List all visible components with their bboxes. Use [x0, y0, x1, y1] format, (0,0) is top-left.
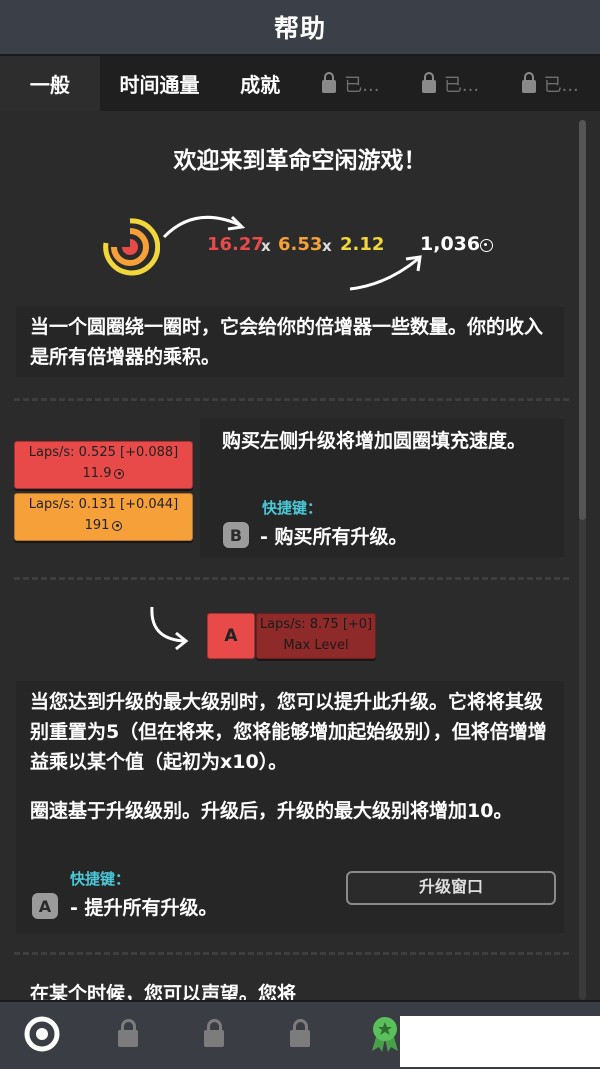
nav-achievements[interactable] [365, 1014, 405, 1054]
upgrades-text: 购买左侧升级将增加圆圈填充速度。 [222, 430, 527, 452]
tab-label: 成就 [240, 73, 281, 97]
multiplier-yellow: 2.12 [340, 234, 385, 255]
coin-icon [480, 239, 493, 252]
multiplier-red: 16.27 [207, 234, 264, 255]
shortcut-label: 快捷键： [70, 870, 131, 888]
nav-locked-3[interactable] [280, 1014, 320, 1054]
medal-icon [372, 1017, 398, 1052]
shortcut-desc: - 购买所有升级。 [260, 526, 408, 548]
max-level-card[interactable]: Laps/s: 8.75 [+0] Max Level [256, 613, 376, 659]
scrollbar-thumb[interactable] [579, 120, 586, 520]
welcome-title: 欢迎来到革命空闲游戏！ [173, 148, 427, 174]
tab-label: 已... [344, 74, 380, 96]
upgrade-card-red[interactable]: Laps/s: 0.525 [+0.088] 11.9 [14, 441, 193, 489]
shortcut-label: 快捷键： [262, 499, 323, 517]
divider [14, 577, 569, 580]
tab-general[interactable]: 一般 [0, 56, 100, 111]
upgrade-cost: 11.9 [82, 466, 112, 481]
shortcut-desc: - 提升所有升级。 [70, 897, 218, 919]
divider [14, 952, 569, 955]
scrollbar[interactable] [579, 120, 586, 1000]
app-header: 帮助 [0, 0, 600, 56]
curved-arrow-icon [349, 255, 422, 291]
tab-achievements[interactable]: 成就 [219, 56, 301, 111]
lock-icon [204, 1018, 224, 1047]
upgrade-rate: Laps/s: 0.131 [+0.044] [28, 497, 179, 512]
tab-label: 已... [543, 74, 579, 96]
key-b-icon: B [223, 522, 249, 548]
page-title: 帮助 [273, 14, 326, 43]
tab-bar: 一般 时间通量 成就 已... 已... 已... [0, 56, 600, 111]
arrow-down-right-icon [150, 606, 189, 651]
rings-icon [103, 218, 160, 276]
tab-locked-3[interactable]: 已... [500, 56, 600, 111]
lock-icon [290, 1018, 310, 1047]
tab-label: 时间通量 [119, 73, 200, 97]
prestige-button[interactable]: A [207, 613, 255, 659]
coin-icon [114, 468, 125, 479]
divider [14, 398, 569, 401]
key-a-icon: A [32, 893, 58, 919]
lock-icon [118, 1018, 138, 1047]
target-icon [24, 1016, 60, 1052]
upgrade-rate: Laps/s: 0.525 [+0.088] [28, 445, 179, 460]
watermark [400, 1016, 600, 1067]
intro-text: 当一个圆圈绕一圈时，它会给你的倍增器一些数量。你的收入是所有倍增器的乘积。 [30, 316, 544, 368]
upgrade-rate: Laps/s: 8.75 [+0] [259, 617, 373, 632]
lock-icon [421, 71, 436, 93]
multiplier-orange: 6.53 [278, 234, 323, 255]
nav-rings[interactable] [22, 1014, 62, 1054]
times-sign: x [261, 237, 271, 255]
max-level-label: Max Level [283, 638, 349, 653]
tab-locked-1[interactable]: 已... [301, 56, 401, 111]
nav-locked-2[interactable] [194, 1014, 234, 1054]
nav-locked-1[interactable] [108, 1014, 148, 1054]
lock-icon [521, 71, 536, 93]
upgrade-card-orange[interactable]: Laps/s: 0.131 [+0.044] 191 [14, 493, 193, 541]
prestige-text: 当您达到升级的最大级别时，您可以提升此升级。它将将其级别重置为5（但在将来，您将… [30, 691, 547, 773]
help-content[interactable]: 欢迎来到革命空闲游戏！ 16.27 x 6.53 x 2.12 1,036 当一… [0, 111, 600, 1000]
lock-icon [322, 71, 337, 93]
upgrade-window-button[interactable]: 升级窗口 [346, 871, 556, 905]
income-value: 1,036 [420, 233, 481, 255]
coin-icon [112, 520, 123, 531]
upgrade-cost: 191 [84, 518, 110, 533]
tab-time-flux[interactable]: 时间通量 [100, 56, 220, 111]
tab-label: 一般 [29, 73, 70, 97]
lap-speed-text: 圈速基于升级级别。升级后，升级的最大级别将增加10。 [30, 800, 513, 822]
times-sign: x [322, 237, 332, 255]
prestige-teaser-text: 在某个时候，您可以声望。您将 [30, 983, 297, 1000]
tab-label: 已... [443, 74, 480, 96]
tab-locked-2[interactable]: 已... [401, 56, 501, 111]
